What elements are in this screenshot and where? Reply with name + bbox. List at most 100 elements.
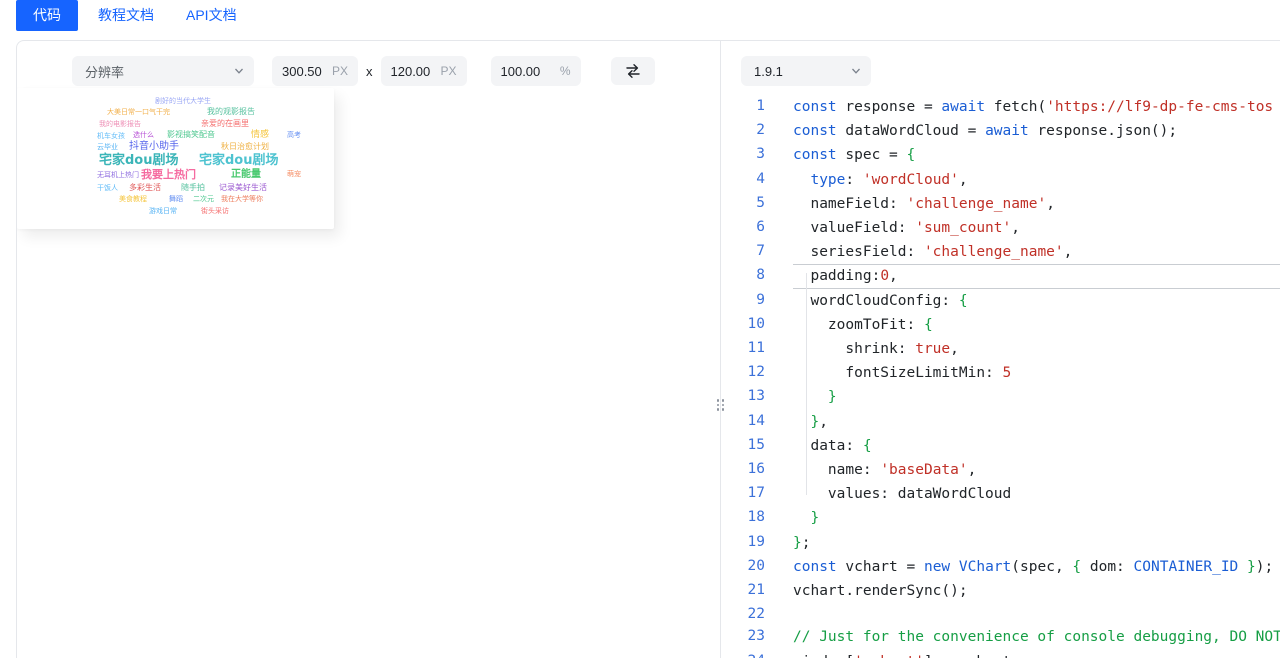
cloud-word: 抖音小助手 xyxy=(129,142,179,152)
cloud-word: 情感 xyxy=(251,131,269,140)
swap-dimensions-button[interactable] xyxy=(611,57,655,85)
cloud-word: 我要上热门 xyxy=(141,169,196,180)
cloud-word: 记录美好生活 xyxy=(219,184,267,192)
zoom-unit: % xyxy=(560,64,571,78)
line-number: 4 xyxy=(721,168,773,192)
line-number: 18 xyxy=(721,506,773,530)
code-line[interactable]: 24window['vchart'] = vchart; xyxy=(721,650,1280,658)
panel-resize-handle[interactable] xyxy=(714,393,727,417)
version-select[interactable]: 1.9.1 xyxy=(741,56,871,86)
line-number: 22 xyxy=(721,603,773,625)
code-text: valueField: 'sum_count', xyxy=(793,216,1280,240)
cloud-word: 影视搞笑配音 xyxy=(167,131,215,139)
cloud-word: 我在大学等你 xyxy=(221,196,263,203)
code-line[interactable]: 5 nameField: 'challenge_name', xyxy=(721,192,1280,216)
cloud-word: 高考 xyxy=(287,132,301,139)
line-number: 13 xyxy=(721,385,773,409)
cloud-word: 宅家dou剧场 xyxy=(99,154,179,167)
cloud-word: 亲爱的在画里 xyxy=(201,120,249,128)
code-line[interactable]: 17 values: dataWordCloud xyxy=(721,482,1280,506)
top-nav: 代码 教程文档 API文档 xyxy=(0,0,1280,40)
code-text: zoomToFit: { xyxy=(793,313,1280,337)
height-input[interactable]: 120.00 PX xyxy=(381,56,467,86)
cloud-word: 云毕业 xyxy=(97,144,118,151)
line-number: 5 xyxy=(721,192,773,216)
tab-code[interactable]: 代码 xyxy=(16,0,78,31)
cloud-word: 我的观影报告 xyxy=(207,108,255,116)
cloud-word: 正能量 xyxy=(231,170,261,180)
code-line[interactable]: 23// Just for the convenience of console… xyxy=(721,625,1280,649)
cloud-word: 舞蹈 xyxy=(169,196,183,203)
code-text: } xyxy=(793,385,1280,409)
cloud-word: 街头采访 xyxy=(201,208,229,215)
code-text: values: dataWordCloud xyxy=(793,482,1280,506)
code-line[interactable]: 9 wordCloudConfig: { xyxy=(721,289,1280,313)
chart-preview-card: 剧好的当代大学生大美日常一口气干完我的观影报告我的电影报告亲爱的在画里机车女孩选… xyxy=(17,88,334,229)
code-text: window['vchart'] = vchart; xyxy=(793,650,1280,658)
code-text: name: 'baseData', xyxy=(793,458,1280,482)
line-number: 11 xyxy=(721,337,773,361)
code-line[interactable]: 11 shrink: true, xyxy=(721,337,1280,361)
code-line[interactable]: 10 zoomToFit: { xyxy=(721,313,1280,337)
code-line[interactable]: 7 seriesField: 'challenge_name', xyxy=(721,240,1280,264)
code-line[interactable]: 20const vchart = new VChart(spec, { dom:… xyxy=(721,555,1280,579)
code-line[interactable]: 2 const dataWordCloud = await response.js… xyxy=(721,119,1280,143)
version-select-value: 1.9.1 xyxy=(754,64,783,79)
preview-toolbar: 分辨率 300.50 PX x 120.00 PX 100.00 % xyxy=(17,56,720,86)
code-line[interactable]: 8 padding:0, xyxy=(721,264,1280,288)
code-line[interactable]: 13 } xyxy=(721,385,1280,409)
code-text: wordCloudConfig: { xyxy=(793,289,1280,313)
code-text: }; xyxy=(793,531,1280,555)
swap-arrows-icon xyxy=(624,62,642,80)
cloud-word: 随手拍 xyxy=(181,184,205,192)
code-line[interactable]: 21 vchart.renderSync(); xyxy=(721,579,1280,603)
line-number: 2 xyxy=(721,119,773,143)
cloud-word: 多彩生活 xyxy=(129,184,161,192)
line-number: 21 xyxy=(721,579,773,603)
cloud-word: 萌宠 xyxy=(287,171,301,178)
code-line[interactable]: 22 xyxy=(721,603,1280,625)
line-number: 14 xyxy=(721,410,773,434)
cloud-word: 二次元 xyxy=(193,196,214,203)
cloud-word: 美食教程 xyxy=(119,196,147,203)
code-line[interactable]: 4 type: 'wordCloud', xyxy=(721,168,1280,192)
code-line[interactable]: 3const spec = { xyxy=(721,143,1280,167)
tab-tutorial-docs[interactable]: 教程文档 xyxy=(98,0,154,31)
cloud-word: 宅家dou剧场 xyxy=(199,154,279,167)
line-number: 19 xyxy=(721,531,773,555)
resolution-select-label: 分辨率 xyxy=(85,62,124,81)
width-input[interactable]: 300.50 PX xyxy=(272,56,358,86)
code-panel: 1.9.1 1const response = await fetch('htt… xyxy=(721,41,1280,658)
code-line[interactable]: 6 valueField: 'sum_count', xyxy=(721,216,1280,240)
cloud-word: 选什么 xyxy=(133,132,154,139)
line-number: 7 xyxy=(721,240,773,264)
code-text: // Just for the convenience of console d… xyxy=(793,625,1280,649)
tab-api-docs[interactable]: API文档 xyxy=(186,0,237,31)
code-line[interactable]: 14 }, xyxy=(721,410,1280,434)
code-text: vchart.renderSync(); xyxy=(793,579,1280,603)
wordcloud-chart[interactable]: 剧好的当代大学生大美日常一口气干完我的观影报告我的电影报告亲爱的在画里机车女孩选… xyxy=(89,98,329,220)
indent-guide xyxy=(806,273,807,495)
cloud-word: 剧好的当代大学生 xyxy=(155,98,211,105)
code-line[interactable]: 19}; xyxy=(721,531,1280,555)
code-text: const dataWordCloud = await response.jso… xyxy=(793,119,1280,143)
line-number: 8 xyxy=(721,264,773,288)
code-line[interactable]: 18 } xyxy=(721,506,1280,530)
code-text: type: 'wordCloud', xyxy=(793,168,1280,192)
cloud-word: 干饭人 xyxy=(97,185,118,192)
dimension-separator: x xyxy=(366,64,373,79)
height-value: 120.00 xyxy=(391,64,431,79)
code-line[interactable]: 16 name: 'baseData', xyxy=(721,458,1280,482)
code-line[interactable]: 15 data: { xyxy=(721,434,1280,458)
zoom-input[interactable]: 100.00 % xyxy=(491,56,581,86)
cloud-word: 无耳机上热门 xyxy=(97,172,139,179)
code-text: }, xyxy=(793,410,1280,434)
code-editor[interactable]: 1const response = await fetch('https://l… xyxy=(721,89,1280,658)
code-text: nameField: 'challenge_name', xyxy=(793,192,1280,216)
code-line[interactable]: 12 fontSizeLimitMin: 5 xyxy=(721,361,1280,385)
line-number: 3 xyxy=(721,143,773,167)
code-text: const response = await fetch('https://lf… xyxy=(793,95,1280,119)
preview-panel: 分辨率 300.50 PX x 120.00 PX 100.00 % xyxy=(17,41,720,658)
code-line[interactable]: 1const response = await fetch('https://l… xyxy=(721,95,1280,119)
resolution-select[interactable]: 分辨率 xyxy=(72,56,254,86)
